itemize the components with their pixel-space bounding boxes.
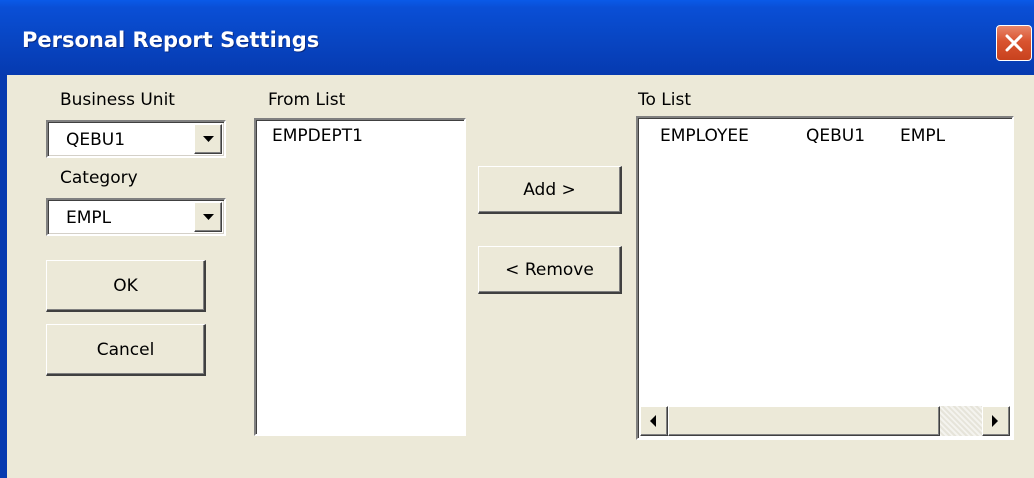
scroll-thumb[interactable] (668, 406, 940, 436)
category-dropdown[interactable]: EMPL (46, 198, 226, 236)
cancel-button[interactable]: Cancel (46, 324, 206, 376)
window-title: Personal Report Settings (22, 28, 320, 52)
title-bar: Personal Report Settings (0, 0, 1034, 75)
to-list-item-name: EMPLOYEE (660, 126, 749, 146)
business-unit-label: Business Unit (60, 90, 175, 110)
remove-button[interactable]: < Remove (478, 246, 622, 294)
category-dropdown-button[interactable] (194, 202, 222, 232)
from-list-label: From List (268, 90, 346, 110)
category-value: EMPL (66, 208, 112, 228)
scroll-right-button[interactable] (982, 406, 1010, 436)
add-button[interactable]: Add > (478, 166, 622, 214)
ok-button[interactable]: OK (46, 260, 206, 312)
to-list-label: To List (638, 90, 692, 110)
scroll-left-arrow-icon (650, 415, 656, 427)
chevron-down-icon (203, 136, 214, 142)
from-list-box[interactable]: EMPDEPT1 (254, 118, 466, 436)
business-unit-value: QEBU1 (66, 130, 126, 150)
window-left-border (0, 75, 7, 478)
category-label: Category (60, 168, 138, 188)
close-icon (1005, 34, 1023, 52)
horizontal-scrollbar[interactable] (640, 406, 1010, 436)
from-list-item[interactable]: EMPDEPT1 (272, 126, 363, 146)
to-list-item-unit: QEBU1 (806, 126, 866, 146)
business-unit-dropdown[interactable]: QEBU1 (46, 120, 226, 158)
business-unit-dropdown-button[interactable] (194, 124, 222, 154)
to-list-box[interactable]: EMPLOYEE QEBU1 EMPL (636, 116, 1014, 440)
close-button[interactable] (996, 25, 1032, 61)
scroll-right-arrow-icon (992, 415, 998, 427)
chevron-down-icon (203, 214, 214, 220)
to-list-item[interactable]: EMPLOYEE QEBU1 EMPL (638, 118, 1012, 150)
to-list-item-category: EMPL (900, 126, 946, 146)
scroll-left-button[interactable] (640, 406, 668, 436)
